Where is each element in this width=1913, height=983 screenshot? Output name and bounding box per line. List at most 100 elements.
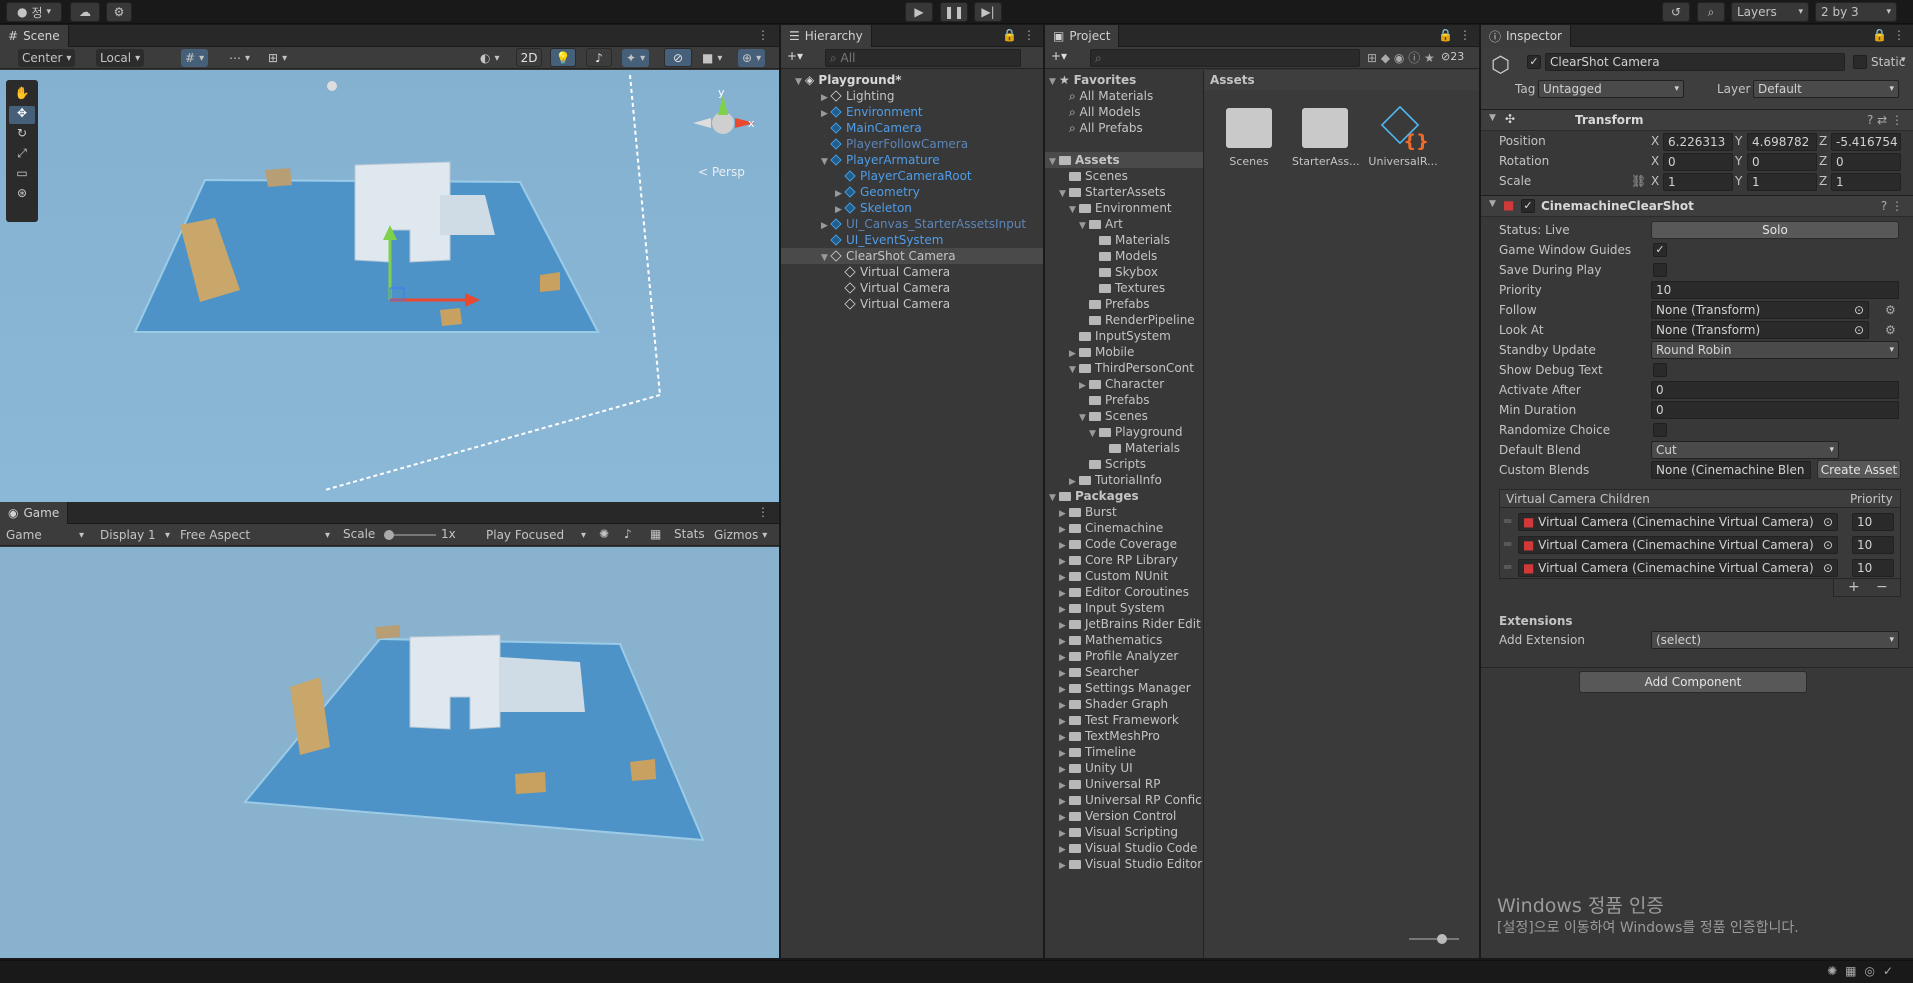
tree-folder[interactable]: Prefabs [1079, 392, 1150, 408]
package-folder[interactable]: ▶ Profile Analyzer [1059, 648, 1178, 664]
min-duration-input[interactable]: 0 [1651, 401, 1899, 419]
asset-item[interactable]: StarterAss... [1292, 100, 1360, 168]
transform-rotation-z-input[interactable]: 0 [1831, 153, 1901, 171]
package-folder[interactable]: ▶ Visual Scripting [1059, 824, 1178, 840]
object-name-input[interactable]: ClearShot Camera [1545, 53, 1845, 71]
priority-input[interactable]: 10 [1651, 281, 1899, 299]
hierarchy-item[interactable]: PlayerFollowCamera [821, 136, 968, 152]
static-checkbox[interactable] [1853, 55, 1867, 69]
tab-hierarchy[interactable]: ☰ Hierarchy [781, 25, 872, 47]
stats-button[interactable]: Stats [674, 527, 705, 541]
fold-arrow[interactable]: ▼ [1049, 74, 1059, 90]
tree-folder[interactable]: Materials [1089, 232, 1170, 248]
link-icon[interactable]: ⛓ [1631, 174, 1646, 188]
panel-menu-icon[interactable]: ⋮ [1459, 28, 1471, 42]
child-camera-field[interactable]: ■ Virtual Camera (Cinemachine Virtual Ca… [1518, 513, 1838, 531]
tag-dropdown[interactable]: Untagged ▾ [1538, 80, 1684, 98]
audio-toggle[interactable]: ♪ [586, 48, 612, 67]
lighting-toggle[interactable]: 💡 [550, 48, 576, 67]
tree-folder[interactable]: RenderPipeline [1079, 312, 1195, 328]
package-folder[interactable]: ▶ Test Framework [1059, 712, 1179, 728]
display-dropdown[interactable]: Display 1 [96, 526, 174, 544]
tree-folder[interactable]: Models [1089, 248, 1157, 264]
transform-scale-z-input[interactable]: 1 [1831, 173, 1901, 191]
zoom-slider[interactable] [1409, 934, 1459, 944]
align-dropdown[interactable]: ⊞ [264, 49, 291, 67]
solo-button[interactable]: Solo [1651, 221, 1899, 239]
hierarchy-search-input[interactable]: ⌕ All [825, 49, 1021, 67]
favorites-header[interactable]: ▼ ★ Favorites [1049, 72, 1136, 88]
child-priority-input[interactable]: 10 [1852, 559, 1894, 577]
child-priority-input[interactable]: 10 [1852, 536, 1894, 554]
favorite-item[interactable]: ⌕ All Prefabs [1069, 120, 1143, 136]
transform-scale-x-input[interactable]: 1 [1663, 173, 1733, 191]
space-dropdown[interactable]: Local [96, 49, 145, 67]
package-folder[interactable]: ▶ Shader Graph [1059, 696, 1168, 712]
hierarchy-item[interactable]: Virtual Camera [835, 280, 950, 296]
tree-folder[interactable]: ▼ ThirdPersonCont [1069, 360, 1194, 376]
lock-icon[interactable]: 🔒 [1872, 28, 1887, 42]
package-folder[interactable]: ▶ Searcher [1059, 664, 1139, 680]
pivot-dropdown[interactable]: Center [18, 49, 76, 67]
add-component-button[interactable]: Add Component [1579, 671, 1807, 693]
play-mode-dropdown[interactable]: Play Focused [482, 526, 590, 544]
package-folder[interactable]: ▶ Burst [1059, 504, 1117, 520]
transform-position-y-input[interactable]: 4.698782 [1747, 133, 1817, 151]
history-button[interactable]: ↺ [1662, 2, 1690, 22]
active-checkbox[interactable]: ✓ [1527, 55, 1541, 69]
gizmos-dropdown[interactable]: Gizmos [710, 526, 771, 544]
panel-menu-icon[interactable]: ⋮ [1893, 28, 1905, 42]
account-dropdown[interactable]: ● 정 ▾ [6, 2, 62, 22]
show-debug-checkbox[interactable] [1653, 363, 1667, 377]
tree-folder[interactable]: ▼ Scenes [1079, 408, 1148, 424]
tab-inspector[interactable]: ⓘ Inspector [1481, 25, 1571, 47]
package-folder[interactable]: ▶ Unity UI [1059, 760, 1133, 776]
increment-snap-dropdown[interactable]: ⋯ [225, 49, 254, 67]
favorite-item[interactable]: ⌕ All Materials [1069, 88, 1153, 104]
standby-update-dropdown[interactable]: Round Robin ▾ [1651, 341, 1899, 359]
create-asset-button[interactable]: Create Asset [1817, 460, 1901, 479]
package-folder[interactable]: ▶ Timeline [1059, 744, 1136, 760]
package-folder[interactable]: ▶ Custom NUnit [1059, 568, 1168, 584]
shading-dropdown[interactable]: ◐ [476, 49, 504, 67]
tree-folder[interactable]: Textures [1089, 280, 1165, 296]
layers-dropdown[interactable]: Layers ▾ [1731, 2, 1809, 22]
add-icon[interactable]: +▾ [787, 49, 803, 63]
component-enabled-checkbox[interactable]: ✓ [1521, 199, 1535, 213]
2d-toggle[interactable]: 2D [516, 48, 542, 67]
hierarchy-item-selected[interactable]: ▼ ClearShot Camera [781, 248, 1043, 264]
transform-position-x-input[interactable]: 6.226313 [1663, 133, 1733, 151]
hierarchy-item[interactable]: ▶ Geometry [835, 184, 920, 200]
pause-button[interactable]: ❚❚ [940, 2, 968, 22]
tree-folder[interactable]: ▶ Mobile [1069, 344, 1134, 360]
transform-position-z-input[interactable]: -5.416754 [1831, 133, 1901, 151]
tree-folder[interactable]: ▶ TutorialInfo [1069, 472, 1162, 488]
default-blend-dropdown[interactable]: Cut ▾ [1651, 441, 1839, 459]
drag-handle-icon[interactable]: ═ [1504, 514, 1511, 528]
package-folder[interactable]: ▶ Cinemachine [1059, 520, 1163, 536]
transform-rotation-x-input[interactable]: 0 [1663, 153, 1733, 171]
transform-rotation-y-input[interactable]: 0 [1747, 153, 1817, 171]
hierarchy-item[interactable]: MainCamera [821, 120, 922, 136]
package-folder[interactable]: ▶ Mathematics [1059, 632, 1162, 648]
lock-icon[interactable]: 🔒 [1438, 28, 1453, 42]
panel-menu-icon[interactable]: ⋮ [757, 505, 769, 519]
child-priority-input[interactable]: 10 [1852, 513, 1894, 531]
hierarchy-item[interactable]: ▶ Lighting [821, 88, 895, 104]
hierarchy-item[interactable]: PlayerCameraRoot [835, 168, 972, 184]
randomize-checkbox[interactable] [1653, 423, 1667, 437]
search-button[interactable]: ⌕ [1697, 2, 1725, 22]
fold-arrow[interactable]: ▼ [1079, 410, 1089, 426]
aspect-dropdown[interactable]: Free Aspect [176, 526, 334, 544]
layer-dropdown[interactable]: Default ▾ [1753, 80, 1899, 98]
keyboard-icon[interactable]: ▦ [650, 527, 661, 541]
component-menu-icons[interactable]: ? ⋮ [1881, 199, 1903, 213]
package-folder[interactable]: ▶ Settings Manager [1059, 680, 1191, 696]
activate-after-input[interactable]: 0 [1651, 381, 1899, 399]
game-view-dropdown[interactable]: Game [2, 526, 88, 544]
fold-arrow[interactable]: ▶ [1059, 858, 1069, 874]
child-camera-field[interactable]: ■ Virtual Camera (Cinemachine Virtual Ca… [1518, 536, 1838, 554]
fold-arrow[interactable]: ▼ [1069, 362, 1079, 378]
tab-scene[interactable]: # Scene [0, 25, 69, 47]
tree-folder[interactable]: ▶ Character [1079, 376, 1164, 392]
